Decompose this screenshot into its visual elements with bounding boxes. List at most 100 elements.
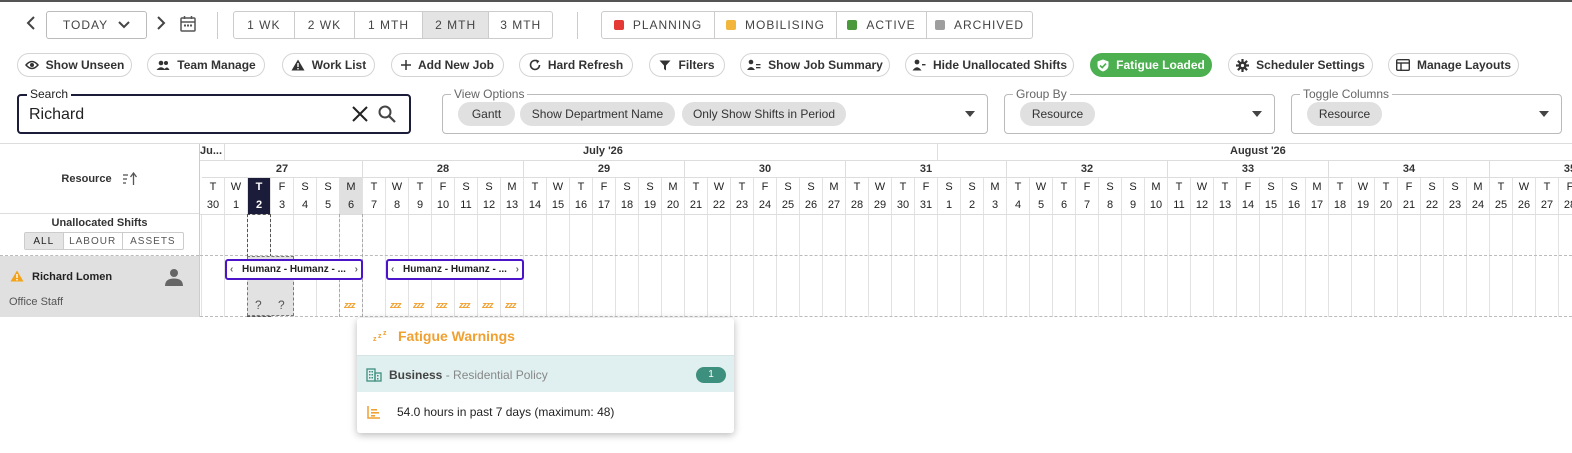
- scheduler-settings-button[interactable]: Scheduler Settings: [1228, 53, 1373, 77]
- day-number: 12: [478, 196, 501, 214]
- range-2wk[interactable]: 2 WK: [295, 12, 356, 38]
- fatigue-marker-icon[interactable]: zzz: [459, 300, 470, 310]
- fatigue-loaded-button[interactable]: Fatigue Loaded: [1090, 53, 1212, 77]
- view-options-select[interactable]: View Options Gantt Show Department Name …: [442, 87, 988, 134]
- fatigue-marker-icon[interactable]: zzz: [413, 300, 424, 310]
- previous-period-button[interactable]: [24, 16, 38, 35]
- week-header: 31: [846, 161, 1007, 178]
- range-label: 2 MTH: [435, 18, 477, 32]
- timeline-grid: Ju... July '26 August '26 27 28 29 30 31 32 33 34 3…: [200, 144, 1572, 317]
- resize-right-handle[interactable]: ›: [355, 264, 358, 275]
- range-2mth[interactable]: 2 MTH: [422, 12, 490, 38]
- grid-line: [546, 214, 547, 317]
- grid-line: [1167, 214, 1168, 317]
- resize-right-handle[interactable]: ›: [516, 264, 519, 275]
- fatigue-marker-icon[interactable]: zzz: [436, 300, 447, 310]
- status-planning[interactable]: PLANNING: [602, 12, 715, 38]
- day-number: 7: [363, 196, 386, 214]
- person-remove-icon: [912, 59, 926, 71]
- work-list-button[interactable]: Work List: [282, 53, 375, 77]
- day-number: 13: [1214, 196, 1237, 214]
- fatigue-marker-icon[interactable]: zzz: [390, 300, 401, 310]
- fatigue-marker-icon[interactable]: zzz: [505, 300, 516, 310]
- resource-row-header[interactable]: Richard Lomen Office Staff: [0, 256, 199, 317]
- grid-line: [1029, 214, 1030, 317]
- fatigue-marker-icon[interactable]: zzz: [482, 300, 493, 310]
- day-letter: T: [1490, 178, 1513, 196]
- policy-type: Residential Policy: [453, 368, 548, 382]
- day-letter: S: [294, 178, 317, 196]
- day-letter: W: [386, 178, 409, 196]
- status-archived[interactable]: ARCHIVED: [927, 12, 1032, 38]
- button-label: Hard Refresh: [547, 58, 624, 72]
- svg-text:z: z: [373, 336, 377, 342]
- chip-show-department-name[interactable]: Show Department Name: [520, 102, 675, 126]
- status-dot: [613, 20, 624, 30]
- chip-gantt[interactable]: Gantt: [458, 102, 515, 126]
- status-active[interactable]: ACTIVE: [837, 12, 927, 38]
- hide-unallocated-shifts-button[interactable]: Hide Unallocated Shifts: [905, 53, 1074, 77]
- show-unseen-button[interactable]: Show Unseen: [17, 53, 132, 77]
- fatigue-warning-icon[interactable]: [10, 270, 24, 282]
- close-icon: [352, 106, 368, 122]
- day-letter: M: [501, 178, 524, 196]
- chip-only-show-shifts-in-period[interactable]: Only Show Shifts in Period: [682, 102, 846, 126]
- shift-bar[interactable]: ‹ Humanz - Humanz - ... ›: [386, 259, 524, 280]
- range-selector: 1 WK 2 WK 1 MTH 2 MTH 3 MTH: [233, 11, 553, 39]
- resize-left-handle[interactable]: ‹: [230, 264, 233, 275]
- group-by-select[interactable]: Group By Resource: [1004, 87, 1275, 134]
- hard-refresh-button[interactable]: Hard Refresh: [519, 53, 633, 77]
- unallocated-shifts-title: Unallocated Shifts: [51, 217, 148, 229]
- grid-line: [1535, 214, 1536, 317]
- day-letter: T: [1329, 178, 1352, 196]
- search-field[interactable]: Search Richard: [17, 87, 411, 134]
- button-label: Hide Unallocated Shifts: [932, 58, 1068, 72]
- filters-button[interactable]: Filters: [649, 53, 725, 77]
- chip-resource[interactable]: Resource: [1020, 102, 1095, 126]
- unknown-availability-marker[interactable]: ?: [255, 298, 262, 312]
- today-dropdown[interactable]: TODAY: [46, 11, 147, 39]
- shift-bar[interactable]: ‹ Humanz - Humanz - ... ›: [225, 259, 363, 280]
- search-input[interactable]: Richard: [29, 106, 84, 124]
- resize-left-handle[interactable]: ‹: [391, 264, 394, 275]
- day-number: 28: [1559, 196, 1572, 214]
- range-1mth[interactable]: 1 MTH: [355, 12, 423, 38]
- unallocated-filter-all[interactable]: ALL: [25, 233, 64, 249]
- range-1wk[interactable]: 1 WK: [234, 12, 295, 38]
- search-button[interactable]: [378, 105, 396, 126]
- grid-line: [1213, 214, 1214, 317]
- day-letter: S: [1421, 178, 1444, 196]
- day-number: 4: [294, 196, 317, 214]
- chevron-down-icon: [118, 21, 130, 29]
- next-period-button[interactable]: [154, 16, 168, 35]
- manage-layouts-button[interactable]: Manage Layouts: [1388, 53, 1519, 77]
- team-manage-button[interactable]: Team Manage: [147, 53, 265, 77]
- resource-column-header[interactable]: Resource: [0, 144, 199, 214]
- resource-name: Richard Lomen: [32, 271, 113, 283]
- chip-resource[interactable]: Resource: [1307, 102, 1382, 126]
- unallocated-filter-assets[interactable]: ASSETS: [123, 233, 183, 249]
- toolbar: Show Unseen Team Manage Work List Add Ne…: [0, 53, 1572, 77]
- day-letter: S: [455, 178, 478, 196]
- day-letter: S: [777, 178, 800, 196]
- day-letter: T: [1007, 178, 1030, 196]
- day-letter: F: [1237, 178, 1260, 196]
- sort-ascending-icon[interactable]: [122, 171, 138, 186]
- day-letter: F: [1559, 178, 1572, 196]
- toggle-columns-select[interactable]: Toggle Columns Resource: [1291, 87, 1562, 134]
- add-new-job-button[interactable]: Add New Job: [391, 53, 504, 77]
- day-number: 5: [317, 196, 340, 214]
- unknown-availability-marker[interactable]: ?: [278, 298, 285, 312]
- clear-search-button[interactable]: [351, 105, 369, 126]
- status-mobilising[interactable]: MOBILISING: [715, 12, 837, 38]
- range-3mth[interactable]: 3 MTH: [489, 12, 552, 38]
- calendar-button[interactable]: [180, 15, 196, 35]
- grid-line: [592, 214, 593, 317]
- day-letter: T: [524, 178, 547, 196]
- warning-icon: [291, 59, 305, 71]
- search-label: Search: [27, 87, 72, 101]
- fatigue-marker-icon[interactable]: zzz: [344, 300, 355, 310]
- unallocated-filter-labour[interactable]: LABOUR: [64, 233, 123, 249]
- show-job-summary-button[interactable]: Show Job Summary: [740, 53, 890, 77]
- fatigue-policy-row[interactable]: Business - Residential Policy 1: [357, 355, 734, 392]
